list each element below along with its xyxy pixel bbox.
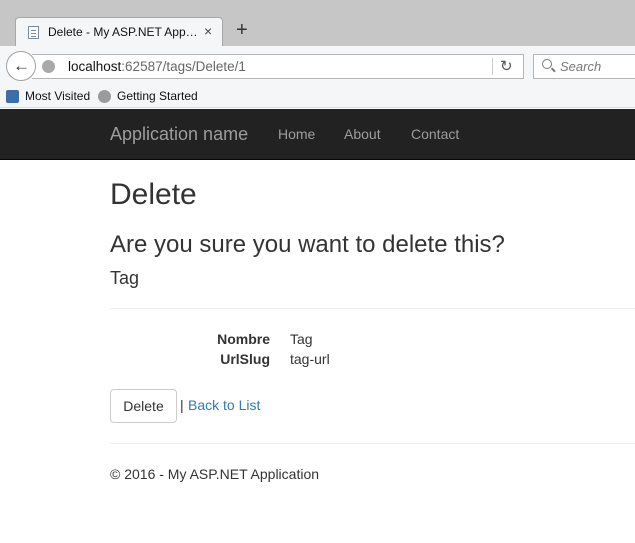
reload-icon[interactable]: ↻ (500, 57, 513, 75)
browser-toolbar: localhost:62587/tags/Delete/1 ↻ ← Search (0, 46, 635, 86)
separator: | (180, 397, 184, 413)
divider (110, 308, 635, 309)
url-text: localhost:62587/tags/Delete/1 (68, 59, 246, 74)
nav-contact[interactable]: Contact (411, 126, 459, 142)
back-to-list-link[interactable]: Back to List (188, 397, 260, 413)
url-path: :62587/tags/Delete/1 (121, 59, 246, 74)
entity-name: Tag (110, 268, 140, 288)
browser-tabstrip: Delete - My ASP.NET Application × + (0, 0, 635, 47)
field-label-urlslug: UrlSlug (220, 351, 270, 367)
url-host: localhost (68, 59, 122, 74)
brand-link[interactable]: Application name (110, 124, 248, 145)
back-button[interactable]: ← (6, 51, 36, 81)
nav-about[interactable]: About (344, 126, 381, 142)
bookmark-getting-started[interactable]: Getting Started (117, 89, 198, 103)
globe-icon (98, 90, 111, 103)
page-icon (28, 26, 39, 39)
bookmarks-toolbar: Most Visited Getting Started (0, 86, 635, 108)
url-divider (492, 58, 493, 75)
field-label-nombre: Nombre (217, 331, 270, 347)
page-title: Delete (110, 178, 197, 211)
field-value-urlslug: tag-url (290, 351, 330, 367)
site-navbar: Application name Home About Contact (0, 109, 635, 160)
address-bar[interactable]: localhost:62587/tags/Delete/1 ↻ (32, 54, 524, 79)
footer-text: © 2016 - My ASP.NET Application (110, 466, 320, 482)
most-visited-icon (6, 90, 19, 103)
tab-title: Delete - My ASP.NET Application (48, 25, 198, 39)
globe-icon (42, 60, 55, 73)
search-icon (542, 59, 552, 69)
browser-tab[interactable]: Delete - My ASP.NET Application × (15, 17, 223, 47)
new-tab-icon[interactable]: + (236, 19, 248, 41)
field-value-nombre: Tag (290, 331, 313, 347)
nav-home[interactable]: Home (278, 126, 315, 142)
bookmark-most-visited[interactable]: Most Visited (25, 89, 90, 103)
back-arrow-icon: ← (13, 56, 30, 75)
confirm-question: Are you sure you want to delete this? (110, 231, 505, 258)
close-tab-icon[interactable]: × (204, 23, 212, 39)
footer-divider (110, 443, 635, 444)
search-input[interactable]: Search (533, 54, 635, 79)
delete-button[interactable]: Delete (110, 389, 177, 423)
search-placeholder: Search (560, 59, 602, 74)
